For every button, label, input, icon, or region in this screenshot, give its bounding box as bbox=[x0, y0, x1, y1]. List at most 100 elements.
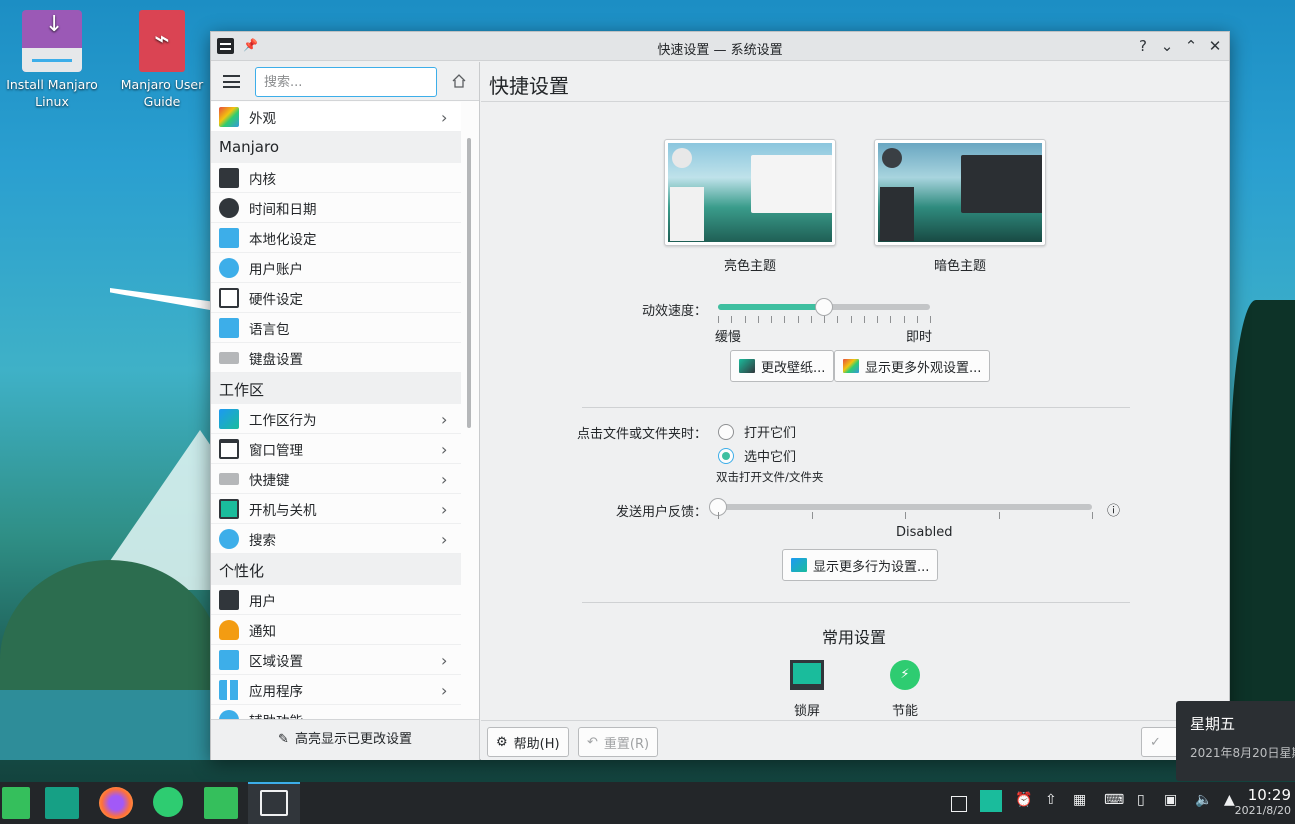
close-button[interactable]: ✕ bbox=[1207, 36, 1223, 56]
pencil-icon: ✎ bbox=[278, 732, 289, 747]
sidebar-item-applications[interactable]: 应用程序 › bbox=[211, 675, 461, 705]
slider-tick bbox=[837, 316, 839, 323]
slider-tick bbox=[916, 316, 918, 323]
dark-theme-preview[interactable] bbox=[874, 139, 1046, 246]
slider-tick bbox=[757, 316, 759, 323]
instant-label: 即时 bbox=[906, 330, 933, 345]
check-icon: ✓ bbox=[1150, 734, 1161, 750]
sidebar-item-label: 时间和日期 bbox=[249, 201, 317, 218]
maximize-button[interactable]: ⌃ bbox=[1183, 36, 1199, 56]
radio-button[interactable] bbox=[718, 423, 734, 440]
sidebar-item-notifications[interactable]: 通知 bbox=[211, 615, 461, 645]
sidebar-item-datetime[interactable]: 时间和日期 bbox=[211, 193, 461, 223]
clock-icon bbox=[672, 148, 692, 168]
animation-speed-slider[interactable] bbox=[718, 298, 930, 316]
bell-icon bbox=[219, 619, 239, 640]
system-settings-window: 📌 快速设置 — 系统设置 ? ⌄ ⌃ ✕ 外观 › Manjaro 内核 bbox=[210, 31, 1230, 760]
network-icon[interactable]: ▣ bbox=[1164, 792, 1177, 814]
speech-bubble-icon bbox=[219, 227, 239, 248]
clock[interactable]: 10:29 2021/8/20 bbox=[1235, 788, 1291, 818]
file-manager-icon[interactable] bbox=[45, 787, 79, 819]
light-theme-preview[interactable] bbox=[664, 139, 836, 246]
info-icon[interactable]: ⓘ bbox=[1107, 500, 1120, 519]
chevron-right-icon: › bbox=[441, 500, 448, 519]
sidebar-item-shortcuts[interactable]: 快捷键 › bbox=[211, 464, 461, 494]
highlight-changed-button[interactable]: ✎ 高亮显示已更改设置 bbox=[211, 719, 479, 760]
search-input[interactable] bbox=[255, 67, 437, 97]
help-button[interactable]: ? bbox=[1135, 36, 1151, 56]
item-label: 锁屏 bbox=[793, 704, 820, 719]
sidebar-item-workspace-behavior[interactable]: 工作区行为 › bbox=[211, 404, 461, 434]
change-wallpaper-button[interactable]: 更改壁纸... bbox=[730, 350, 835, 382]
sidebar-item-search[interactable]: 搜索 › bbox=[211, 524, 461, 554]
sidebar-item-accessibility[interactable]: 辅助功能 bbox=[211, 705, 461, 720]
slider-tick bbox=[903, 316, 905, 323]
chevron-right-icon: › bbox=[441, 470, 448, 489]
chevron-right-icon: › bbox=[441, 651, 448, 670]
home-icon[interactable] bbox=[451, 73, 467, 89]
power-icon: ⚡ bbox=[890, 660, 920, 690]
sidebar-item-region[interactable]: 区域设置 › bbox=[211, 645, 461, 675]
click-behavior-label: 点击文件或文件夹时： bbox=[576, 427, 707, 442]
pager-icon[interactable] bbox=[980, 790, 1002, 812]
sidebar-item-window-management[interactable]: 窗口管理 › bbox=[211, 434, 461, 464]
chevron-right-icon: › bbox=[441, 108, 448, 127]
sidebar-item-user[interactable]: 用户 bbox=[211, 585, 461, 615]
lock-screen-item[interactable]: 锁屏 bbox=[777, 660, 837, 719]
slider-tick bbox=[784, 316, 786, 323]
installer-icon[interactable] bbox=[153, 787, 183, 817]
monitor-icon bbox=[219, 498, 239, 519]
slider-tick bbox=[930, 316, 931, 323]
sidebar-item-users[interactable]: 用户账户 bbox=[211, 253, 461, 283]
slider-tick bbox=[718, 512, 719, 519]
sidebar-item-kernel[interactable]: 内核 bbox=[211, 163, 461, 193]
reset-button[interactable]: ↶ 重置(R) bbox=[578, 727, 659, 757]
manjaro-launcher-icon[interactable] bbox=[2, 787, 30, 819]
date-notification[interactable]: 星期五 2021年8月20日星期五 bbox=[1176, 701, 1295, 781]
sidebar-item-startup[interactable]: 开机与关机 › bbox=[211, 494, 461, 524]
sidebar-item-locale[interactable]: 本地化设定 bbox=[211, 223, 461, 253]
bottom-button-bar: ⚙ 帮助(H) ↶ 重置(R) ✓ bbox=[481, 720, 1229, 760]
active-task-settings[interactable] bbox=[248, 782, 300, 824]
hardware-icon bbox=[219, 287, 239, 308]
desktop-icon-guide[interactable]: ⌁ Manjaro User Guide bbox=[112, 2, 212, 110]
more-behavior-button[interactable]: 显示更多行为设置... bbox=[782, 549, 939, 581]
desktop-icon-label: Install Manjaro Linux bbox=[6, 77, 98, 109]
show-desktop-icon[interactable] bbox=[951, 796, 967, 812]
select-them-radio[interactable]: 选中它们 bbox=[718, 446, 796, 465]
sidebar-item-langpack[interactable]: 语言包 bbox=[211, 313, 461, 343]
alarm-icon[interactable]: ⏰ bbox=[1015, 792, 1032, 814]
open-them-radio[interactable]: 打开它们 bbox=[718, 422, 796, 441]
chevron-right-icon: › bbox=[441, 681, 448, 700]
help-button[interactable]: ⚙ 帮助(H) bbox=[487, 727, 569, 757]
scrollbar-thumb[interactable] bbox=[467, 138, 471, 428]
firefox-icon[interactable] bbox=[99, 787, 133, 819]
clipboard-icon[interactable]: ▦ bbox=[1073, 792, 1086, 814]
power-save-item[interactable]: ⚡ 节能 bbox=[875, 660, 935, 719]
search-icon bbox=[219, 528, 239, 549]
sidebar-item-label: 用户账户 bbox=[249, 261, 303, 278]
hamburger-menu-icon[interactable] bbox=[223, 75, 240, 88]
more-appearance-button[interactable]: 显示更多外观设置... bbox=[834, 350, 991, 382]
radio-button[interactable] bbox=[718, 447, 734, 464]
sidebar-item-keyboard[interactable]: 键盘设置 bbox=[211, 343, 461, 373]
desktop-icon-install[interactable]: ↓ Install Manjaro Linux bbox=[2, 2, 102, 110]
sidebar-scrollbar[interactable] bbox=[465, 108, 473, 720]
terminal-icon[interactable]: ⌨ bbox=[1104, 792, 1124, 814]
tray-expand-icon[interactable]: ▲ bbox=[1224, 792, 1235, 814]
feedback-slider[interactable] bbox=[709, 498, 1092, 516]
user-icon bbox=[219, 257, 239, 278]
settings-app-icon bbox=[260, 790, 288, 816]
sidebar: 外观 › Manjaro 内核 时间和日期 本地化设定 用户账户 bbox=[211, 62, 480, 760]
minimize-button[interactable]: ⌄ bbox=[1159, 36, 1175, 56]
titlebar[interactable]: 📌 快速设置 — 系统设置 ? ⌄ ⌃ ✕ bbox=[211, 32, 1229, 61]
slider-fill bbox=[718, 304, 824, 310]
feedback-label: 发送用户反馈： bbox=[615, 505, 707, 520]
sidebar-item-hardware[interactable]: 硬件设定 bbox=[211, 283, 461, 313]
manjaro-app-icon[interactable] bbox=[204, 787, 238, 819]
usb-icon[interactable]: ▯ bbox=[1137, 792, 1145, 814]
volume-icon[interactable]: 🔈 bbox=[1195, 792, 1212, 814]
update-icon[interactable]: ⇧ bbox=[1045, 792, 1057, 814]
sidebar-item-appearance[interactable]: 外观 › bbox=[211, 102, 461, 132]
slider-handle[interactable] bbox=[815, 298, 833, 316]
